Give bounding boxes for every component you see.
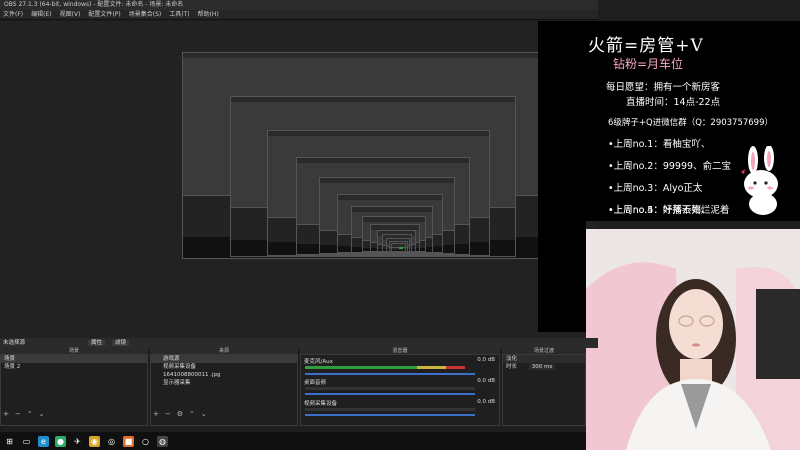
no-source-label: 未选择源 [3, 340, 26, 346]
webcam-feed [586, 229, 800, 450]
overlay-title: 火箭=房管+V [588, 36, 704, 56]
app-circle-icon[interactable]: ○ [140, 435, 151, 447]
overlay-group: 6级牌子+Q进微信群（Q：2903757699） [608, 118, 773, 128]
stream-overlay: 火箭=房管+V 钻粉=月车位 每日愿望：拥有一个新房客 直播时间：14点-22点… [538, 21, 800, 221]
source-item[interactable]: 1641008800011 .jpg [151, 371, 297, 379]
mixer-channel-db: 0.0 dB [477, 378, 495, 384]
audio-meter [305, 408, 475, 411]
chrome-icon[interactable]: ◉ [89, 435, 100, 447]
overlay-subtitle: 钻粉=月车位 [613, 57, 684, 71]
recursive-preview-window [391, 243, 406, 252]
source-item[interactable]: 游戏源 [151, 355, 297, 363]
mixer-panel: 麦克风/Aux 0.0 dB 桌面音频 0.0 dB 视频采集设备 0.0 dB [300, 354, 500, 426]
duration-label: 时长 [506, 364, 518, 370]
app-orange-icon[interactable]: ■ [123, 435, 134, 447]
scene-item[interactable]: 场景 2 [1, 363, 147, 371]
window-title: OBS 27.1.3 (64-bit, windows) - 配置文件: 未命名… [0, 0, 598, 10]
mixer-channel-db: 0.0 dB [477, 357, 495, 363]
webcam-image [586, 229, 800, 450]
audio-meter [305, 387, 475, 390]
mixer-channel-db: 0.0 dB [477, 399, 495, 405]
mixer-channel-name: 麦克风/Aux [304, 359, 333, 365]
move-up-button[interactable]: ⌃ [189, 410, 195, 420]
volume-slider[interactable] [305, 393, 475, 395]
remove-scene-button[interactable]: − [15, 410, 21, 420]
move-down-button[interactable]: ⌄ [39, 410, 45, 420]
rank-item: •上周no.5：叶落云殇、 [608, 205, 711, 216]
rabbit-sticker-icon [741, 146, 778, 215]
duration-input[interactable]: 300 ms [528, 364, 556, 370]
obs-icon[interactable]: ◍ [157, 435, 168, 447]
dock-header: 未选择源 属性 滤镜 [0, 338, 598, 348]
rank-item: •上周no.2：99999、俞二宝 [608, 161, 732, 172]
bird-icon[interactable]: ✈ [72, 435, 83, 447]
audio-meter [305, 366, 465, 369]
properties-button[interactable]: 属性 [88, 340, 106, 346]
sources-toolbar: + − ⚙ ⌃ ⌄ [150, 410, 207, 420]
rank-item: •上周no.3：Alyo正太 [608, 183, 703, 194]
source-item[interactable]: 视频采集设备 [151, 363, 297, 371]
source-item[interactable]: 显示器采集 [151, 379, 297, 387]
overlay-filler [538, 221, 586, 332]
menu-item[interactable]: 编辑(E) [31, 10, 51, 19]
add-source-button[interactable]: + [153, 410, 159, 420]
wechat-icon[interactable]: ● [55, 435, 66, 447]
mixer-channel-name: 视频采集设备 [304, 401, 338, 407]
move-up-button[interactable]: ⌃ [27, 410, 33, 420]
add-scene-button[interactable]: + [3, 410, 9, 420]
preview-canvas[interactable] [0, 21, 598, 338]
menu-item[interactable]: 帮助(H) [198, 10, 219, 19]
move-down-button[interactable]: ⌄ [201, 410, 207, 420]
menu-bar: 文件(F) 编辑(E) 视图(V) 配置文件(P) 场景集合(S) 工具(T) 帮助(H) [0, 10, 598, 20]
orange-app-icon[interactable]: ◎ [106, 435, 117, 447]
duration-row: 时长 300 ms [503, 363, 585, 371]
edge-icon[interactable]: e [38, 435, 49, 447]
transitions-panel: 淡化 时长 300 ms [502, 354, 586, 426]
menu-item[interactable]: 视图(V) [60, 10, 81, 19]
scene-item[interactable]: 场景 [1, 355, 147, 363]
mixer-channel-name: 桌面音频 [304, 380, 327, 386]
transition-select[interactable]: 淡化 [503, 355, 585, 363]
remove-source-button[interactable]: − [165, 410, 171, 420]
windows-start-icon[interactable]: ⊞ [4, 435, 15, 447]
overlay-wish: 每日愿望：拥有一个新房客 [606, 82, 721, 93]
taskbar: ⊞ ▭ e ● ✈ ◉ ◎ ■ ○ ◍ [0, 432, 586, 450]
gear-icon[interactable]: ⚙ [177, 410, 183, 420]
menu-item[interactable]: 工具(T) [169, 10, 189, 19]
menu-item[interactable]: 文件(F) [3, 10, 23, 19]
rank-item: •上周no.1：看柚宝吖、 [608, 139, 711, 150]
filters-button[interactable]: 滤镜 [112, 340, 130, 346]
overlay-time: 直播时间：14点-22点 [626, 97, 721, 108]
menu-item[interactable]: 场景集合(S) [129, 10, 162, 19]
volume-slider[interactable] [305, 414, 475, 416]
task-view-icon[interactable]: ▭ [21, 435, 32, 447]
volume-slider[interactable] [305, 373, 475, 375]
scenes-toolbar: + − ⌃ ⌄ [0, 410, 45, 420]
menu-item[interactable]: 配置文件(P) [88, 10, 120, 19]
